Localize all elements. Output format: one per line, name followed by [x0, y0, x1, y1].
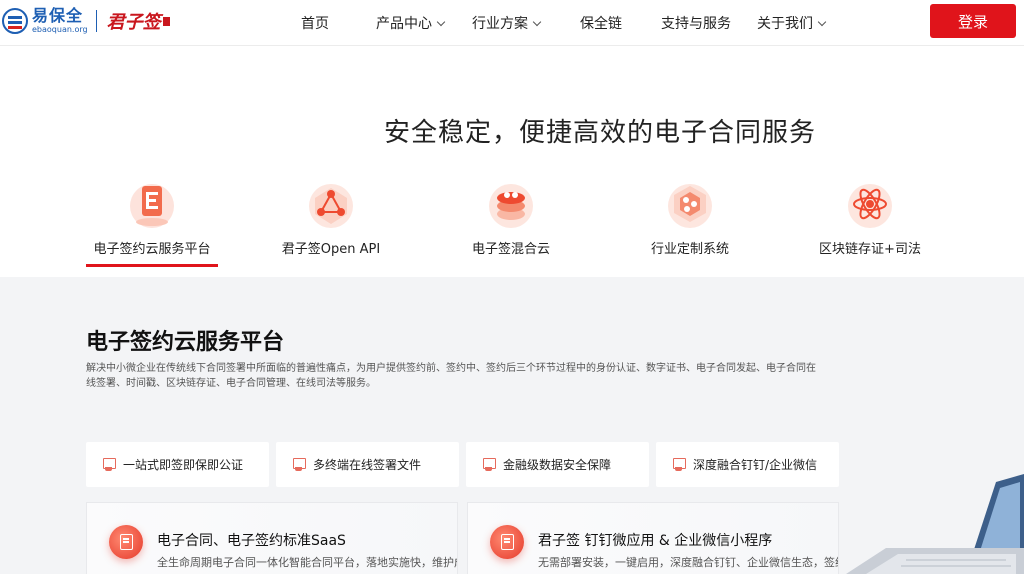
chevron-down-icon [817, 17, 827, 26]
contract-doc-icon [490, 525, 524, 559]
tab-hybrid-cloud[interactable]: 电子签混合云 [421, 176, 601, 257]
nav-solutions[interactable]: 行业方案 [472, 13, 542, 33]
card-description: 无需部署安装，一键启用，深度融合钉钉、企业微信生态，签约、 [538, 556, 838, 569]
laptop-illustration [846, 474, 1024, 574]
top-header: 易保全 ebaoquan.org 君子签 首页 产品中心 行业方案 保全链 支持… [0, 0, 1024, 46]
active-tab-indicator [86, 264, 218, 267]
hybrid-cloud-icon [483, 176, 539, 232]
card-title: 君子签 钉钉微应用 & 企业微信小程序 [538, 533, 773, 549]
tab-custom-system[interactable]: 行业定制系统 [600, 176, 780, 257]
section-title: 电子签约云服务平台 [86, 330, 285, 355]
api-network-icon [303, 176, 359, 232]
monitor-icon [672, 458, 686, 471]
nav-chain[interactable]: 保全链 [580, 13, 622, 33]
logo-name: 易保全 [32, 6, 84, 25]
hero-title: 安全稳定，便捷高效的电子合同服务 [383, 118, 816, 148]
chevron-down-icon [532, 17, 542, 26]
document-e-icon [124, 176, 180, 232]
solution-card[interactable]: 君子签 钉钉微应用 & 企业微信小程序 无需部署安装，一键启用，深度融合钉钉、企… [467, 502, 839, 574]
feature-item: 金融级数据安全保障 [466, 442, 649, 487]
ebaoquan-logo-icon [2, 8, 28, 34]
tab-open-api[interactable]: 君子签Open API [241, 176, 421, 257]
logo-divider [95, 10, 97, 32]
card-description: 全生命周期电子合同一体化智能合同平台，落地实施快，维护成本 [157, 556, 457, 569]
nav-products[interactable]: 产品中心 [376, 13, 446, 33]
nav-home[interactable]: 首页 [301, 13, 329, 33]
custom-system-icon [662, 176, 718, 232]
tab-cloud-platform[interactable]: 电子签约云服务平台 [62, 176, 242, 257]
feature-item: 一站式即签即保即公证 [86, 442, 269, 487]
seal-icon [162, 16, 170, 26]
nav-support[interactable]: 支持与服务 [661, 13, 731, 33]
feature-item: 多终端在线签署文件 [276, 442, 459, 487]
junziqian-brand: 君子签 [106, 12, 161, 33]
tab-blockchain[interactable]: 区块链存证+司法 [780, 176, 960, 257]
monitor-icon [102, 458, 116, 471]
solution-card[interactable]: 电子合同、电子签约标准SaaS 全生命周期电子合同一体化智能合同平台，落地实施快… [86, 502, 458, 574]
blockchain-atom-icon [842, 176, 898, 232]
section-description: 解决中小微企业在传统线下合同签署中所面临的普遍性痛点，为用户提供签约前、签约中、… [86, 363, 816, 389]
site-logo[interactable]: 易保全 ebaoquan.org 君子签 [2, 8, 170, 34]
login-button[interactable]: 登录 [930, 4, 1016, 38]
monitor-icon [482, 458, 496, 471]
monitor-icon [292, 458, 306, 471]
nav-about[interactable]: 关于我们 [757, 13, 827, 33]
contract-doc-icon [109, 525, 143, 559]
card-title: 电子合同、电子签约标准SaaS [157, 533, 346, 549]
chevron-down-icon [436, 17, 446, 26]
logo-domain: ebaoquan.org [32, 25, 88, 34]
feature-item: 深度融合钉钉/企业微信 [656, 442, 839, 487]
product-tabs: 电子签约云服务平台 君子签Open API 电子签混合云 行业定制系统 区块链存… [0, 176, 1024, 276]
